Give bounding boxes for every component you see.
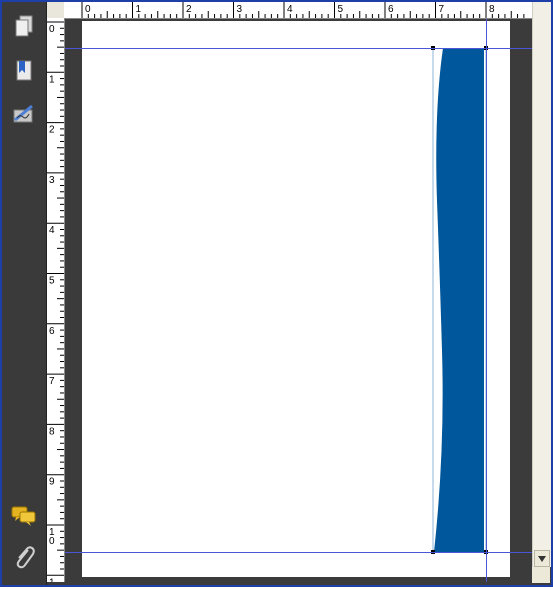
ruler-label: 1 xyxy=(49,577,55,582)
horizontal-ruler-ticks: 0 1 2 3 4 5 6 7 8 xyxy=(81,2,525,18)
document-window: 012345678 0123456789101 xyxy=(0,0,553,587)
wave-shape[interactable] xyxy=(434,48,484,552)
ruler-corner xyxy=(47,2,65,19)
ruler-label: 9 xyxy=(49,477,55,488)
ruler-label: 2 xyxy=(49,125,55,136)
signatures-icon[interactable] xyxy=(11,101,37,127)
document-page[interactable] xyxy=(82,21,510,577)
navigation-sidebar xyxy=(2,2,47,585)
ruler-label: 1 xyxy=(49,74,55,85)
ruler-label: 0 xyxy=(49,24,55,35)
ruler-label: 5 xyxy=(338,4,344,15)
ruler-label: 8 xyxy=(49,426,55,437)
vertical-ruler-ticks: 0123456789101 xyxy=(47,21,64,582)
scrollbar-corner xyxy=(532,567,550,583)
horizontal-guide[interactable] xyxy=(65,552,532,553)
bookmarks-icon[interactable] xyxy=(11,58,37,84)
ruler-label: 6 xyxy=(388,4,394,15)
ruler-label: 0 xyxy=(49,536,55,547)
vertical-guide[interactable] xyxy=(486,19,487,582)
horizontal-ruler[interactable]: 0 1 2 3 4 5 6 7 8 xyxy=(64,2,532,19)
ruler-label: 5 xyxy=(49,276,55,287)
document-canvas xyxy=(65,19,532,582)
page-artwork xyxy=(431,46,488,554)
ruler-label: 7 xyxy=(49,376,55,387)
horizontal-guide[interactable] xyxy=(65,48,532,49)
ruler-label: 0 xyxy=(85,4,91,15)
vertical-scrollbar[interactable] xyxy=(532,2,551,567)
ruler-label: 7 xyxy=(439,4,445,15)
scroll-down-button[interactable] xyxy=(534,550,550,567)
vertical-ruler[interactable]: 0123456789101 xyxy=(47,18,65,582)
comments-icon[interactable] xyxy=(11,503,37,529)
ruler-label: 1 xyxy=(136,4,142,15)
ruler-label: 4 xyxy=(49,225,55,236)
ruler-label: 6 xyxy=(49,326,55,337)
ruler-label: 4 xyxy=(287,4,293,15)
ruler-label: 3 xyxy=(49,175,55,186)
pages-icon[interactable] xyxy=(11,14,37,40)
attachments-icon[interactable] xyxy=(11,544,37,570)
ruler-label: 8 xyxy=(489,4,495,15)
ruler-label: 3 xyxy=(237,4,243,15)
ruler-label: 2 xyxy=(186,4,192,15)
